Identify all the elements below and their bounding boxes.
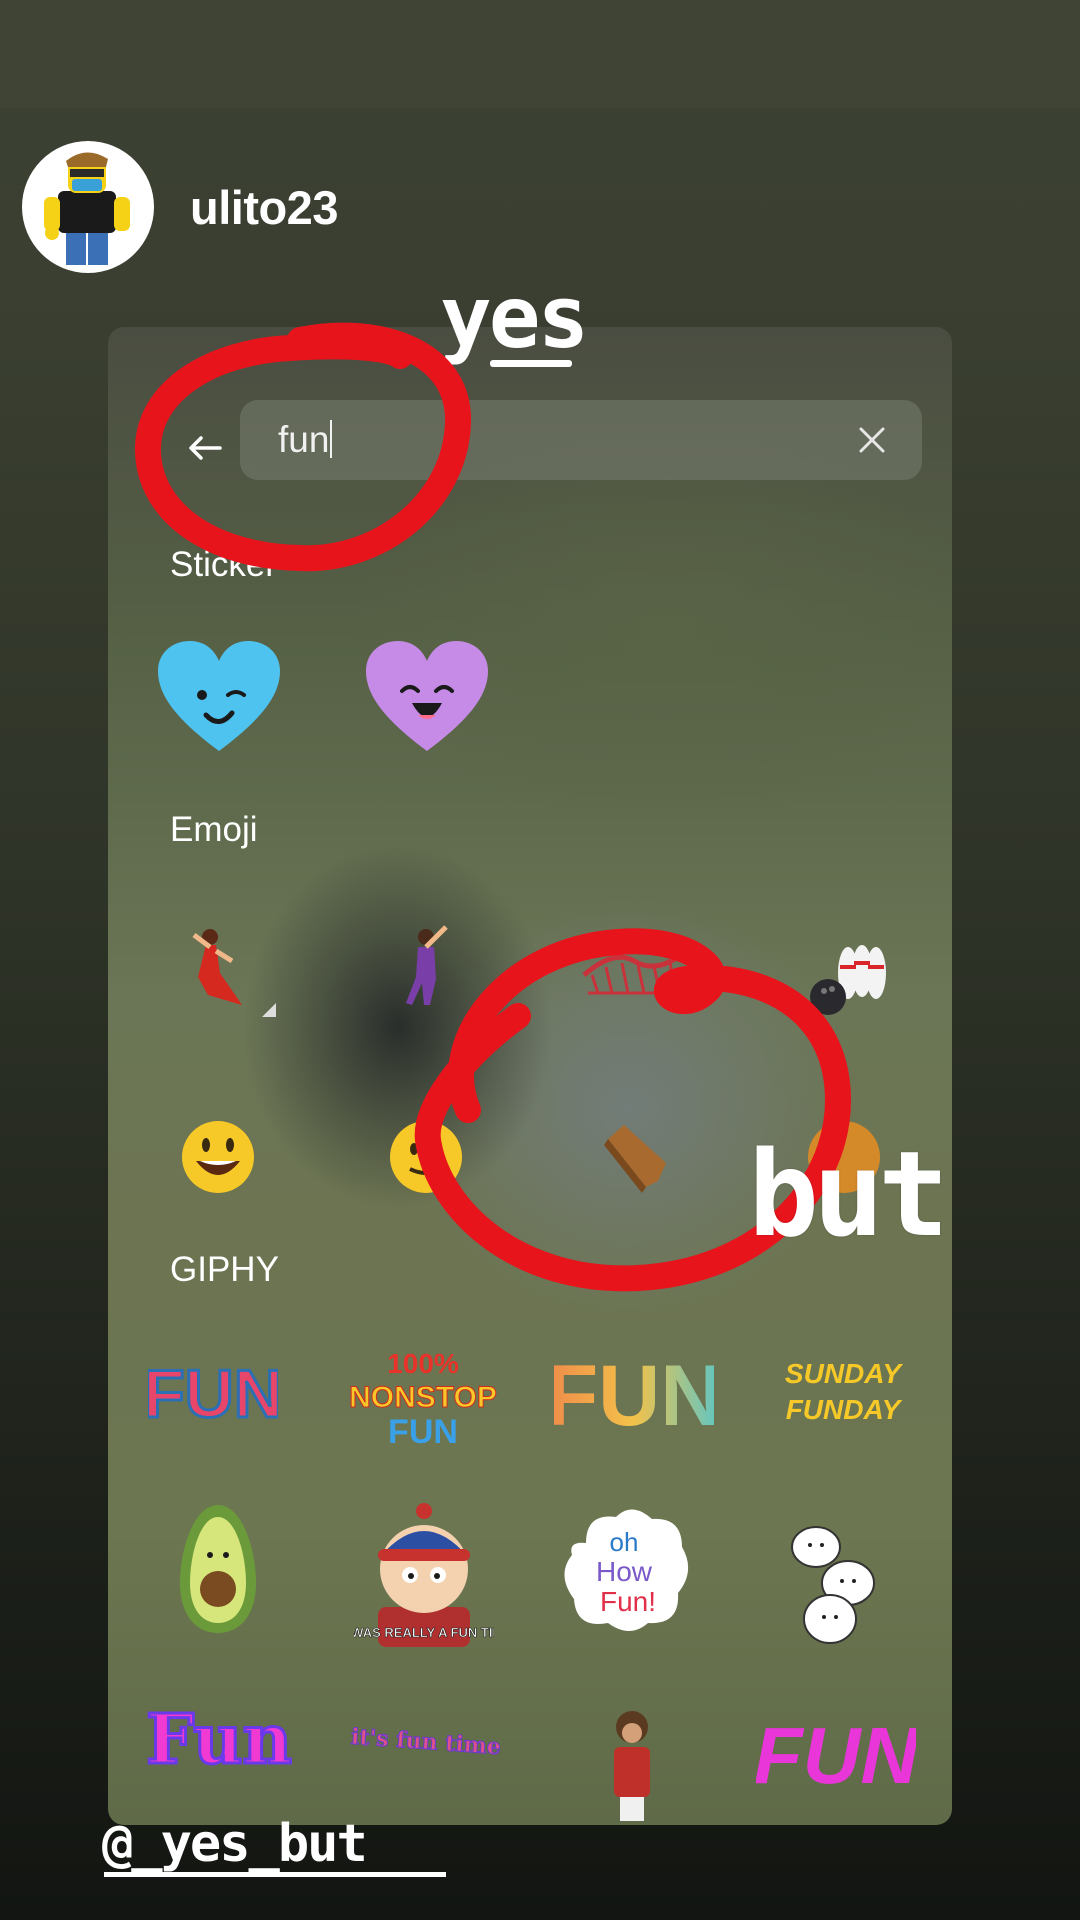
- giphy-text-fun-5: Fun: [146, 1700, 292, 1780]
- giphy-text-oh: oh: [610, 1527, 639, 1557]
- giphy-bunnies[interactable]: [768, 1507, 908, 1657]
- grinning-face-emoji-icon[interactable]: [158, 1097, 278, 1217]
- giphy-oh-how-fun[interactable]: oh How Fun!: [556, 1503, 696, 1639]
- giphy-fun-time[interactable]: it's fun time: [346, 1711, 506, 1771]
- avatar[interactable]: [22, 141, 154, 273]
- giphy-fun-pink[interactable]: Fun: [144, 1697, 294, 1787]
- giphy-text-fun-time: IT WAS REALLY A FUN TIME: [354, 1625, 494, 1640]
- caption-underline: [490, 360, 572, 367]
- username[interactable]: ulito23: [190, 180, 338, 235]
- mention-tag[interactable]: @_yes_but: [102, 1818, 368, 1870]
- giphy-text-nonstop: NONSTOP: [349, 1381, 497, 1414]
- giphy-fun-gradient[interactable]: FUN: [554, 1345, 714, 1441]
- giphy-text-100: 100%: [387, 1348, 459, 1379]
- lego-avatar-icon: [44, 152, 130, 265]
- giphy-text-fun-4: Fun!: [600, 1586, 656, 1617]
- sticker-purple-heart[interactable]: [364, 639, 490, 755]
- giphy-avocado[interactable]: [168, 1499, 268, 1639]
- giphy-person[interactable]: [592, 1703, 672, 1823]
- giphy-text-funday: FUNDAY: [786, 1394, 903, 1425]
- red-circle-scribble-search: [135, 322, 472, 572]
- giphy-text-fun-6: FUN: [756, 1711, 916, 1800]
- close-icon[interactable]: [856, 424, 888, 456]
- giphy-text-sunday: SUNDAY: [785, 1358, 903, 1389]
- giphy-nonstop-fun[interactable]: 100% NONSTOP FUN: [348, 1343, 498, 1453]
- giphy-fun-colorful[interactable]: FUN: [148, 1349, 278, 1439]
- giphy-text-its-fun-time: it's fun time: [350, 1724, 502, 1760]
- dancer-emoji-icon[interactable]: [158, 913, 278, 1033]
- giphy-sunday-funday[interactable]: SUNDAY FUNDAY: [768, 1353, 918, 1433]
- sticker-blue-heart[interactable]: [156, 639, 282, 755]
- section-title-giphy: GIPHY: [170, 1250, 279, 1289]
- mention-underline: [104, 1872, 446, 1877]
- giphy-text-fun-2: FUN: [388, 1413, 458, 1451]
- giphy-text-fun-3: FUN: [554, 1348, 714, 1441]
- giphy-text-how: How: [596, 1556, 653, 1587]
- giphy-fun-magenta[interactable]: FUN: [756, 1705, 916, 1805]
- top-band: [0, 0, 1080, 108]
- section-title-emoji: Emoji: [170, 810, 258, 849]
- giphy-south-park[interactable]: IT WAS REALLY A FUN TIME: [354, 1497, 494, 1657]
- story-caption-but: but: [748, 1125, 949, 1263]
- giphy-text-fun-1: FUN: [148, 1356, 278, 1432]
